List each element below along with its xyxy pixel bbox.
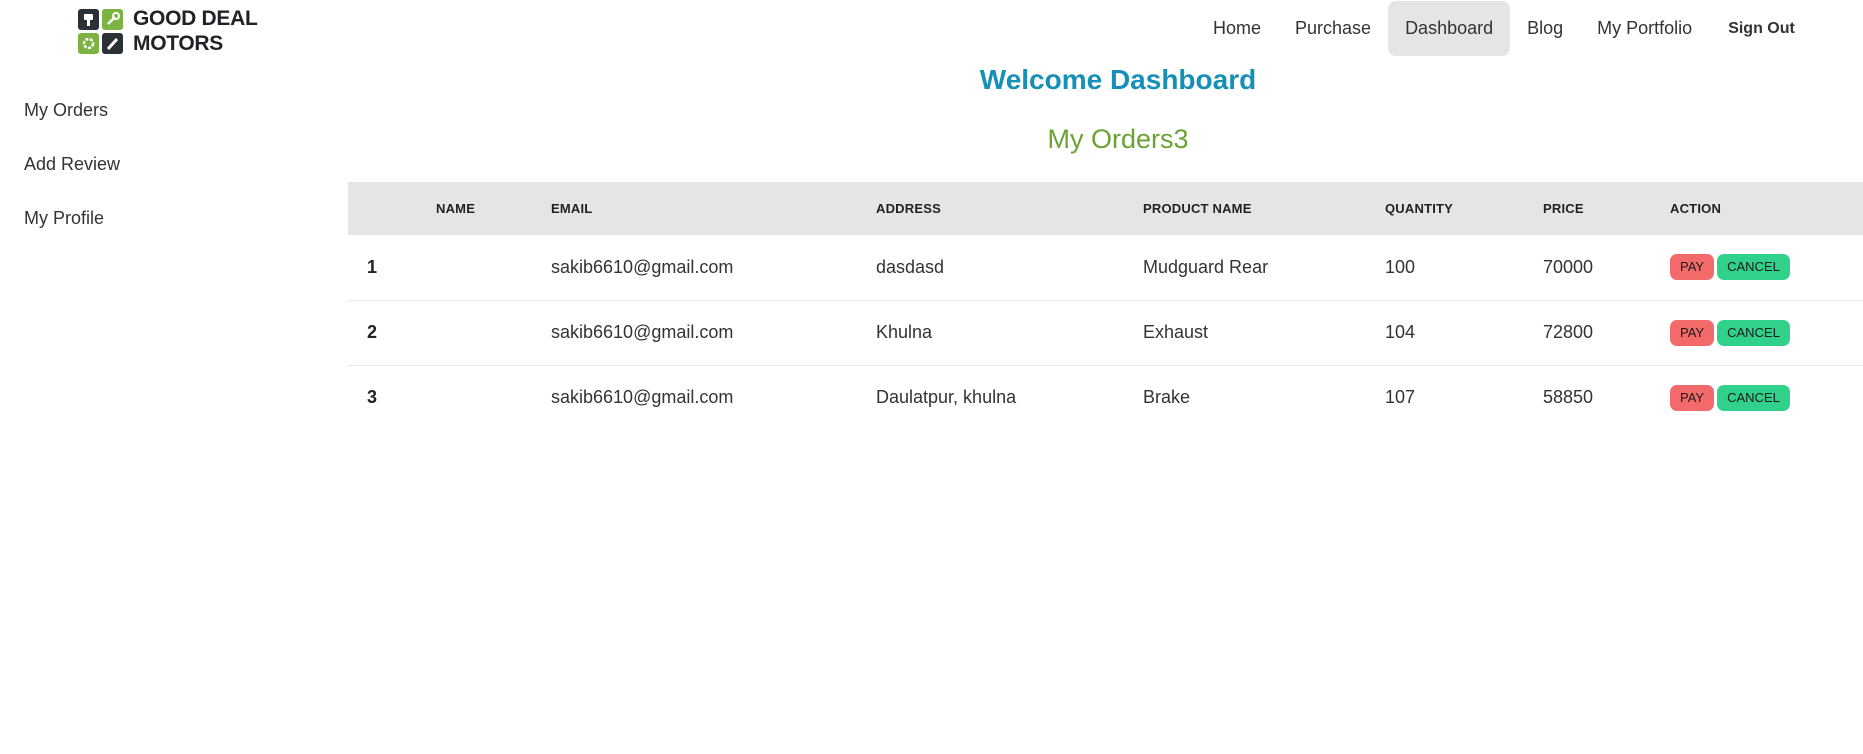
- orders-table: NAME EMAIL ADDRESS PRODUCT NAME QUANTITY…: [348, 182, 1863, 430]
- cell-price: 70000: [1543, 256, 1594, 277]
- column-header-quantity[interactable]: QUANTITY: [1385, 182, 1543, 235]
- cell-quantity: 104: [1385, 322, 1416, 342]
- cell-price: 58850: [1543, 387, 1594, 408]
- sidebar-item-my-orders[interactable]: My Orders: [24, 92, 120, 146]
- column-header-email[interactable]: EMAIL: [551, 182, 876, 235]
- logo-mark: [78, 8, 123, 54]
- column-header-address[interactable]: ADDRESS: [876, 182, 1143, 235]
- main-nav: Home Purchase Dashboard Blog My Portfoli…: [1196, 0, 1812, 56]
- sidebar: My Orders Add Review My Profile: [24, 92, 120, 254]
- cell-product-name: Brake: [1143, 387, 1191, 408]
- nav-my-portfolio[interactable]: My Portfolio: [1580, 1, 1709, 56]
- pay-button[interactable]: PAY: [1670, 319, 1715, 346]
- cell-name: [436, 235, 551, 300]
- cell-email: sakib6610@gmail.com: [551, 322, 734, 342]
- sign-out-button[interactable]: Sign Out: [1711, 1, 1812, 56]
- cell-actions: PAY CANCEL: [1670, 235, 1863, 300]
- wrench-icon: [102, 8, 123, 30]
- nav-blog[interactable]: Blog: [1510, 1, 1580, 56]
- row-index: 1: [367, 256, 378, 277]
- piston-icon: [78, 8, 99, 30]
- cancel-button[interactable]: CANCEL: [1717, 319, 1790, 346]
- brand-logo[interactable]: GOOD DEAL MOTORS: [78, 6, 258, 56]
- cell-actions: PAY CANCEL: [1670, 300, 1863, 365]
- cell-email: sakib6610@gmail.com: [551, 387, 734, 408]
- sidebar-item-add-review[interactable]: Add Review: [24, 146, 120, 200]
- column-header-product-name[interactable]: PRODUCT NAME: [1143, 182, 1385, 235]
- page-title: Welcome Dashboard: [979, 64, 1257, 95]
- cell-quantity: 107: [1385, 387, 1416, 408]
- cell-product-name: Exhaust: [1143, 322, 1209, 342]
- cancel-button[interactable]: CANCEL: [1717, 384, 1790, 411]
- cancel-button[interactable]: CANCEL: [1717, 254, 1790, 281]
- cell-address: Daulatpur, khulna: [876, 387, 1017, 408]
- nav-dashboard[interactable]: Dashboard: [1388, 0, 1511, 56]
- pay-button[interactable]: PAY: [1670, 254, 1715, 281]
- cell-address: dasdasd: [876, 256, 945, 277]
- column-header-index: [348, 182, 436, 235]
- top-header: GOOD DEAL MOTORS Home Purchase Dashboard…: [0, 0, 1863, 58]
- nav-home[interactable]: Home: [1196, 1, 1278, 56]
- sidebar-item-my-profile[interactable]: My Profile: [24, 200, 120, 254]
- table-row: 2 sakib6610@gmail.com Khulna Exhaust 104…: [348, 300, 1863, 365]
- nav-purchase[interactable]: Purchase: [1278, 1, 1388, 56]
- cell-price: 72800: [1543, 322, 1594, 342]
- table-row: 3 sakib6610@gmail.com Daulatpur, khulna …: [348, 365, 1863, 430]
- pay-button[interactable]: PAY: [1670, 384, 1715, 411]
- brand-line-1: GOOD DEAL: [133, 7, 258, 30]
- column-header-price[interactable]: PRICE: [1543, 182, 1670, 235]
- cell-quantity: 100: [1385, 256, 1416, 277]
- cell-actions: PAY CANCEL: [1670, 365, 1863, 430]
- table-row: 1 sakib6610@gmail.com dasdasd Mudguard R…: [348, 235, 1863, 300]
- table-header-row: NAME EMAIL ADDRESS PRODUCT NAME QUANTITY…: [348, 182, 1863, 235]
- cell-name: [436, 300, 551, 365]
- cell-name: [436, 365, 551, 430]
- orders-table-container: NAME EMAIL ADDRESS PRODUCT NAME QUANTITY…: [348, 182, 1863, 430]
- cell-product-name: Mudguard Rear: [1143, 256, 1269, 277]
- row-index: 3: [367, 387, 378, 408]
- screwdriver-icon: [102, 32, 123, 54]
- gear-icon: [78, 32, 99, 54]
- brand-name: GOOD DEAL MOTORS: [133, 6, 258, 56]
- row-index: 2: [367, 322, 378, 342]
- orders-heading: My Orders3: [1047, 124, 1189, 154]
- column-header-action: ACTION: [1670, 201, 1722, 216]
- cell-address: Khulna: [876, 322, 933, 342]
- column-header-name[interactable]: NAME: [436, 182, 551, 235]
- cell-email: sakib6610@gmail.com: [551, 256, 734, 277]
- brand-line-2: MOTORS: [133, 32, 223, 55]
